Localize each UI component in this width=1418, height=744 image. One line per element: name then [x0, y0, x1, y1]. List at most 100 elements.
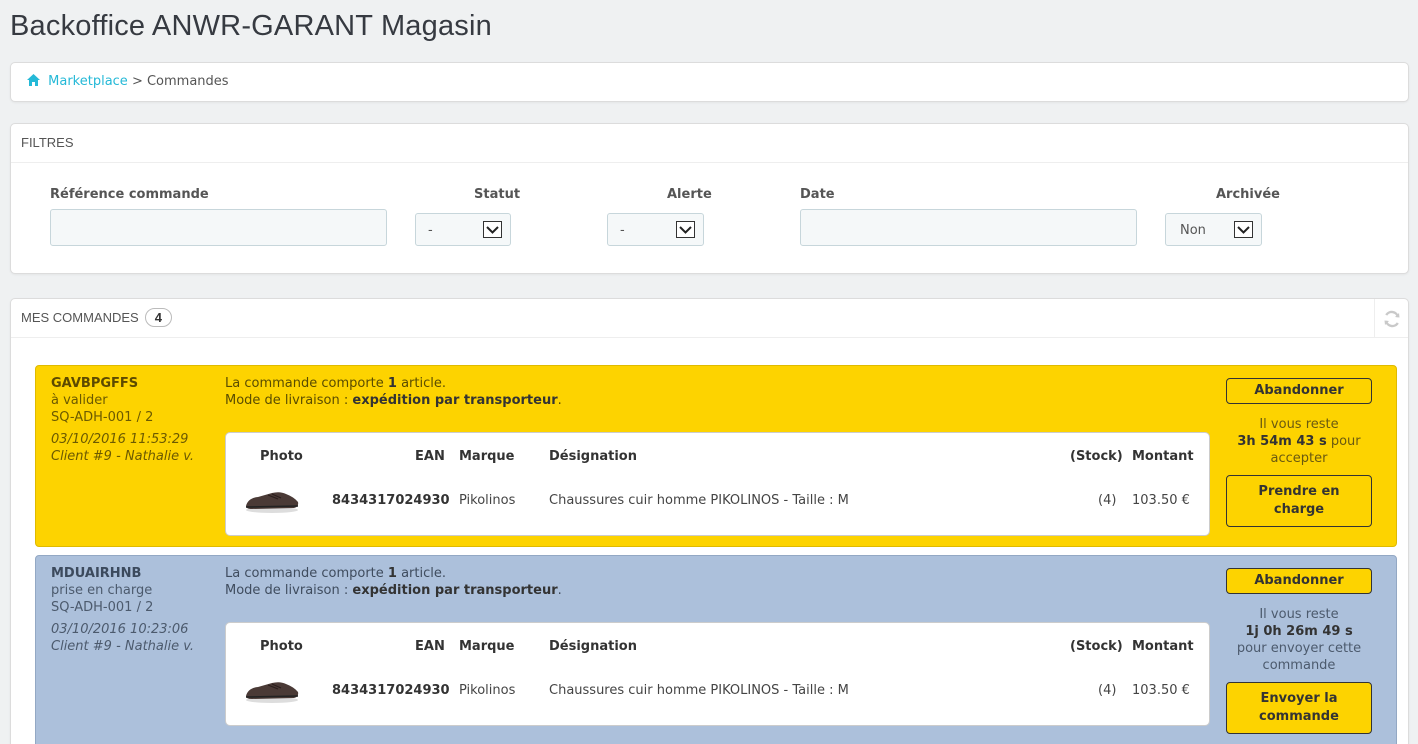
order-code: SQ-ADH-001 / 2: [51, 410, 154, 425]
breadcrumb-separator: >: [127, 74, 147, 89]
order-actions: Abandonner Il vous reste 3h 54m 43 s pou…: [1226, 378, 1372, 527]
remaining-time: Il vous reste 3h 54m 43 s pour accepter: [1226, 416, 1372, 467]
remaining-time: Il vous reste 1j 0h 26m 49 s pour envoye…: [1226, 606, 1372, 674]
take-charge-label-2: charge: [1273, 502, 1325, 517]
remaining-time-value: 1j 0h 26m 49 s: [1245, 624, 1353, 639]
th-marque: Marque: [459, 639, 515, 654]
statut-select[interactable]: -: [415, 213, 511, 246]
page-title: Backoffice ANWR-GARANT Magasin: [10, 10, 492, 42]
product-photo: [245, 492, 299, 513]
send-order-button[interactable]: Envoyer la commande: [1226, 682, 1372, 734]
order-items-table: Photo EAN Marque Désignation (Stock) Mon…: [225, 432, 1210, 536]
filters-panel: FILTRES Référence commande Statut - Aler…: [10, 123, 1409, 274]
remaining-prefix: Il vous reste: [1259, 607, 1339, 622]
chevron-down-icon: [483, 221, 502, 238]
remaining-time-value: 3h 54m 43 s: [1237, 434, 1327, 449]
alerte-select[interactable]: -: [607, 213, 704, 246]
remaining-suffix: pour envoyer cette commande: [1236, 641, 1362, 673]
remaining-prefix: Il vous reste: [1259, 417, 1339, 432]
item-designation: Chaussures cuir homme PIKOLINOS - Taille…: [549, 683, 849, 698]
order-status: à valider: [51, 393, 108, 408]
th-montant: Montant: [1132, 639, 1194, 654]
chevron-down-icon: [1234, 221, 1253, 238]
breadcrumb-current: Commandes: [146, 74, 229, 89]
date-input[interactable]: [800, 209, 1137, 246]
item-stock: (4): [1098, 493, 1117, 508]
orders-heading-label: MES COMMANDES: [21, 310, 139, 325]
order-client: Client #9 - Nathalie v.: [51, 639, 194, 654]
send-order-label-1: Envoyer la: [1260, 691, 1338, 706]
alerte-value: -: [620, 223, 625, 238]
order-card: MDUAIRHNB prise en charge SQ-ADH-001 / 2…: [35, 555, 1397, 744]
order-date: 03/10/2016 11:53:29: [51, 432, 189, 447]
order-date: 03/10/2016 10:23:06: [51, 622, 189, 637]
order-items-table: Photo EAN Marque Désignation (Stock) Mon…: [225, 622, 1210, 726]
delivery-prefix: Mode de livraison :: [225, 393, 353, 408]
info-prefix: La commande comporte: [225, 376, 388, 391]
send-order-label-2: commande: [1259, 709, 1339, 724]
info-suffix: article.: [396, 376, 446, 391]
breadcrumb-link-marketplace[interactable]: Marketplace: [48, 74, 128, 89]
delivery-mode: expédition par transporteur: [352, 393, 558, 408]
refresh-button[interactable]: [1374, 299, 1408, 338]
order-code: SQ-ADH-001 / 2: [51, 600, 154, 615]
orders-heading: MES COMMANDES 4: [11, 299, 1408, 338]
abandon-button[interactable]: Abandonner: [1226, 378, 1372, 404]
delivery-prefix: Mode de livraison :: [225, 583, 353, 598]
delivery-suffix: .: [557, 583, 562, 598]
th-ean: EAN: [415, 449, 445, 464]
reference-input[interactable]: [50, 209, 387, 246]
reference-label: Référence commande: [50, 187, 209, 202]
order-card: GAVBPGFFS à valider SQ-ADH-001 / 2 03/10…: [35, 365, 1397, 547]
th-photo: Photo: [260, 449, 303, 464]
breadcrumb: Marketplace > Commandes: [10, 62, 1409, 102]
info-count: 1: [387, 376, 397, 391]
abandon-button[interactable]: Abandonner: [1226, 568, 1372, 594]
delivery-mode: expédition par transporteur: [352, 583, 558, 598]
th-stock: (Stock): [1070, 639, 1123, 654]
th-ean: EAN: [415, 639, 445, 654]
item-ean: 8434317024930: [332, 493, 450, 508]
archivee-select[interactable]: Non: [1165, 213, 1262, 246]
order-reference[interactable]: MDUAIRHNB: [51, 565, 221, 582]
archivee-value: Non: [1180, 223, 1206, 238]
orders-count-badge: 4: [144, 308, 172, 327]
item-designation: Chaussures cuir homme PIKOLINOS - Taille…: [549, 493, 849, 508]
date-label: Date: [800, 187, 835, 202]
statut-value: -: [428, 223, 433, 238]
filters-heading: FILTRES: [11, 124, 1408, 163]
th-photo: Photo: [260, 639, 303, 654]
order-actions: Abandonner Il vous reste 1j 0h 26m 49 s …: [1226, 568, 1372, 734]
refresh-icon: [1384, 310, 1399, 327]
item-montant: 103.50 €: [1132, 493, 1190, 508]
info-count: 1: [387, 566, 397, 581]
item-marque: Pikolinos: [459, 683, 516, 698]
item-stock: (4): [1098, 683, 1117, 698]
order-reference[interactable]: GAVBPGFFS: [51, 375, 221, 392]
archivee-label: Archivée: [1216, 187, 1280, 202]
statut-label: Statut: [474, 187, 521, 202]
product-photo: [245, 682, 299, 703]
take-charge-label-1: Prendre en: [1258, 484, 1340, 499]
item-marque: Pikolinos: [459, 493, 516, 508]
th-marque: Marque: [459, 449, 515, 464]
th-designation: Désignation: [549, 639, 637, 654]
take-charge-button[interactable]: Prendre en charge: [1226, 475, 1372, 527]
th-stock: (Stock): [1070, 449, 1123, 464]
order-summary: GAVBPGFFS à valider SQ-ADH-001 / 2 03/10…: [51, 375, 221, 465]
item-ean: 8434317024930: [332, 683, 450, 698]
order-client: Client #9 - Nathalie v.: [51, 449, 194, 464]
info-suffix: article.: [396, 566, 446, 581]
delivery-suffix: .: [557, 393, 562, 408]
alerte-label: Alerte: [667, 187, 712, 202]
info-prefix: La commande comporte: [225, 566, 388, 581]
order-info: La commande comporte 1 article. Mode de …: [225, 565, 562, 599]
order-status: prise en charge: [51, 583, 153, 598]
orders-panel: MES COMMANDES 4 GAVBPGFFS à valider SQ-AD…: [10, 298, 1409, 744]
order-summary: MDUAIRHNB prise en charge SQ-ADH-001 / 2…: [51, 565, 221, 655]
chevron-down-icon: [676, 221, 695, 238]
home-icon[interactable]: [27, 74, 48, 89]
th-montant: Montant: [1132, 449, 1194, 464]
item-montant: 103.50 €: [1132, 683, 1190, 698]
order-info: La commande comporte 1 article. Mode de …: [225, 375, 562, 409]
